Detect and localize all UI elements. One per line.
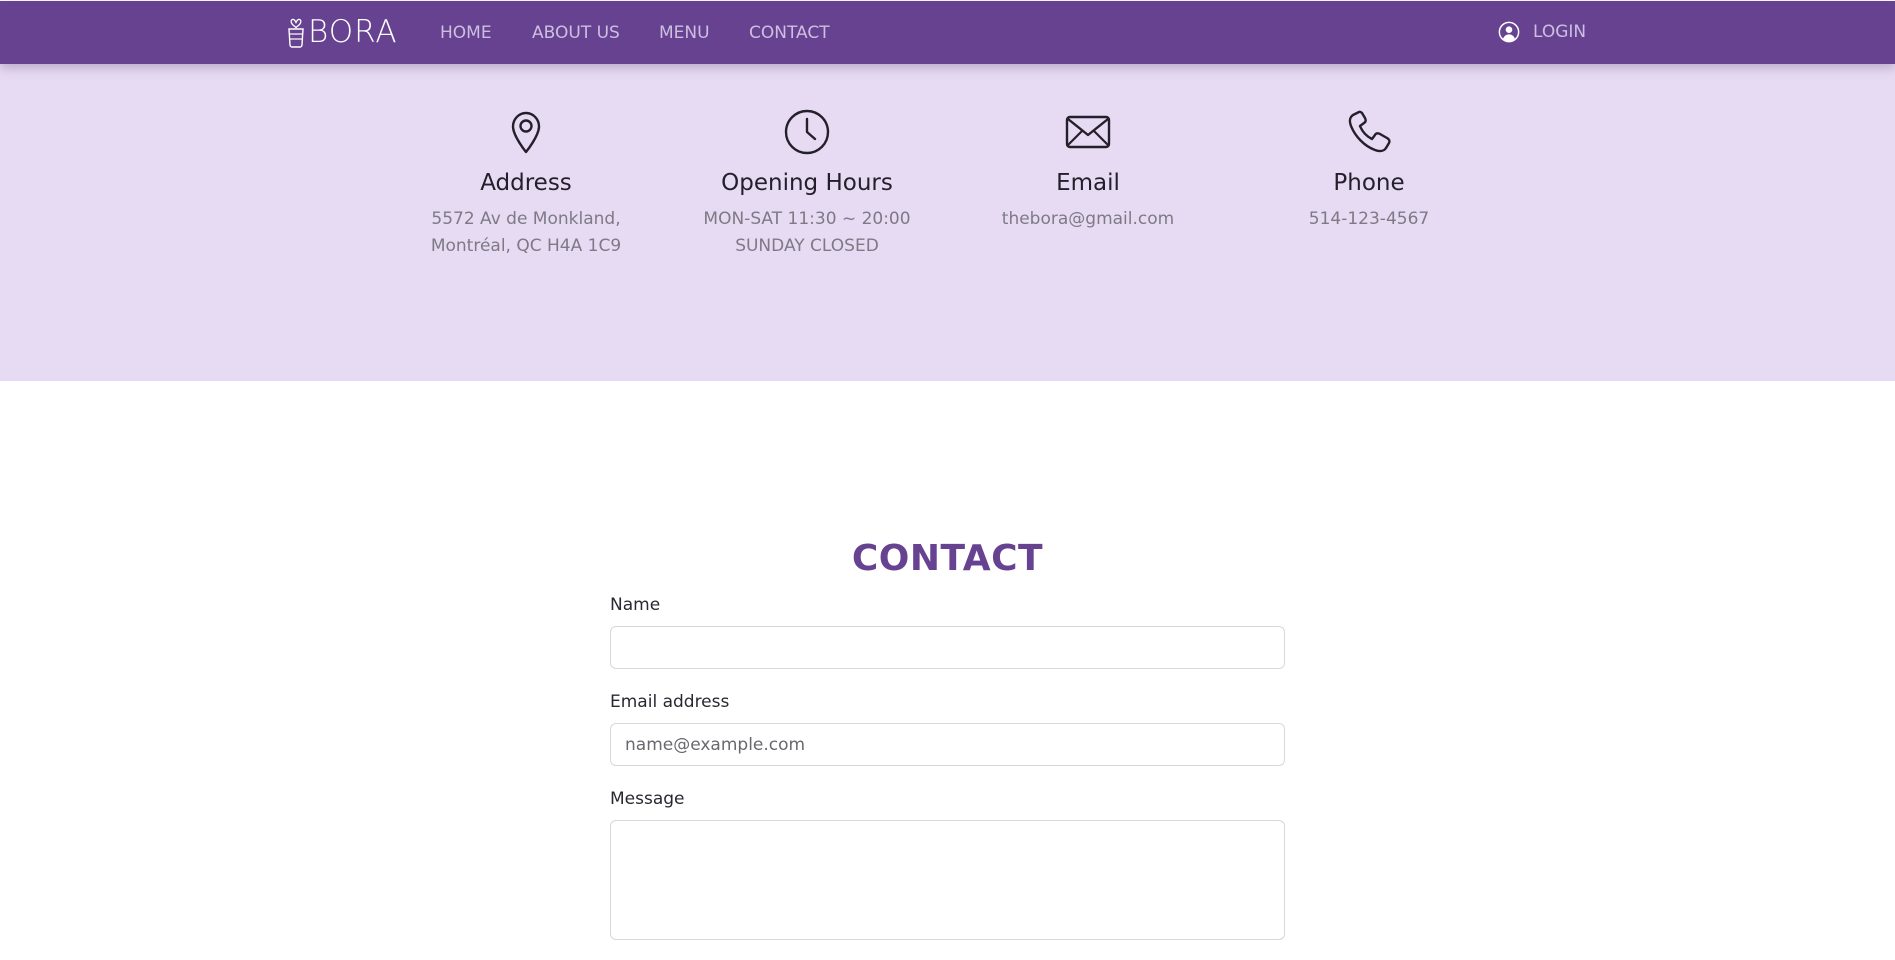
message-group: Message xyxy=(610,786,1285,940)
info-phone: Phone 514-123-4567 xyxy=(1239,108,1499,233)
envelope-icon xyxy=(1065,115,1111,149)
opening-hours-title: Opening Hours xyxy=(721,170,893,196)
cup-logo-icon xyxy=(288,18,304,48)
login-button[interactable]: LOGIN xyxy=(1498,20,1586,44)
email-text: thebora@gmail.com xyxy=(958,206,1218,233)
contact-form: Name Email address Message xyxy=(610,592,1285,960)
info-band: Address 5572 Av de Monkland, Montréal, Q… xyxy=(0,64,1895,381)
nav-link-menu[interactable]: MENU xyxy=(659,22,710,44)
address-text: 5572 Av de Monkland, Montréal, QC H4A 1C… xyxy=(396,206,656,260)
nav-link-home[interactable]: HOME xyxy=(440,22,492,44)
opening-hours-text: MON-SAT 11:30 ~ 20:00 SUNDAY CLOSED xyxy=(677,206,937,260)
phone-number[interactable]: 514-123-4567 xyxy=(1239,206,1499,233)
name-label: Name xyxy=(610,595,661,615)
brand-logo[interactable]: BORA xyxy=(286,15,398,49)
email-label: Email address xyxy=(610,692,730,712)
map-pin-icon xyxy=(511,111,541,154)
info-email: Email thebora@gmail.com xyxy=(958,108,1218,233)
contact-heading: CONTACT xyxy=(851,538,1044,580)
nav-link-about-us[interactable]: ABOUT US xyxy=(532,22,620,44)
hours-line-2: SUNDAY CLOSED xyxy=(735,236,879,256)
clock-icon xyxy=(784,109,830,155)
email-input[interactable] xyxy=(610,723,1285,766)
name-input[interactable] xyxy=(610,626,1285,669)
navbar: BORA HOME ABOUT US MENU CONTACT LOGIN xyxy=(0,1,1895,64)
email-title: Email xyxy=(1056,170,1120,196)
email-address[interactable]: thebora@gmail.com xyxy=(958,206,1218,233)
brand-name: BORA xyxy=(308,14,398,50)
info-address: Address 5572 Av de Monkland, Montréal, Q… xyxy=(396,108,656,260)
message-textarea[interactable] xyxy=(610,820,1285,940)
address-line-1: 5572 Av de Monkland, xyxy=(431,209,621,229)
info-opening-hours: Opening Hours MON-SAT 11:30 ~ 20:00 SUND… xyxy=(677,108,937,260)
phone-title: Phone xyxy=(1333,170,1405,196)
phone-icon xyxy=(1348,110,1391,153)
login-label: LOGIN xyxy=(1533,22,1587,42)
hours-line-1: MON-SAT 11:30 ~ 20:00 xyxy=(703,209,911,229)
phone-text: 514-123-4567 xyxy=(1239,206,1499,233)
email-group: Email address xyxy=(610,689,1285,766)
address-title: Address xyxy=(480,170,572,196)
user-circle-icon xyxy=(1498,21,1520,43)
name-group: Name xyxy=(610,592,1285,669)
nav-link-contact[interactable]: CONTACT xyxy=(749,22,830,44)
message-label: Message xyxy=(610,789,685,809)
address-line-2: Montréal, QC H4A 1C9 xyxy=(430,236,622,256)
